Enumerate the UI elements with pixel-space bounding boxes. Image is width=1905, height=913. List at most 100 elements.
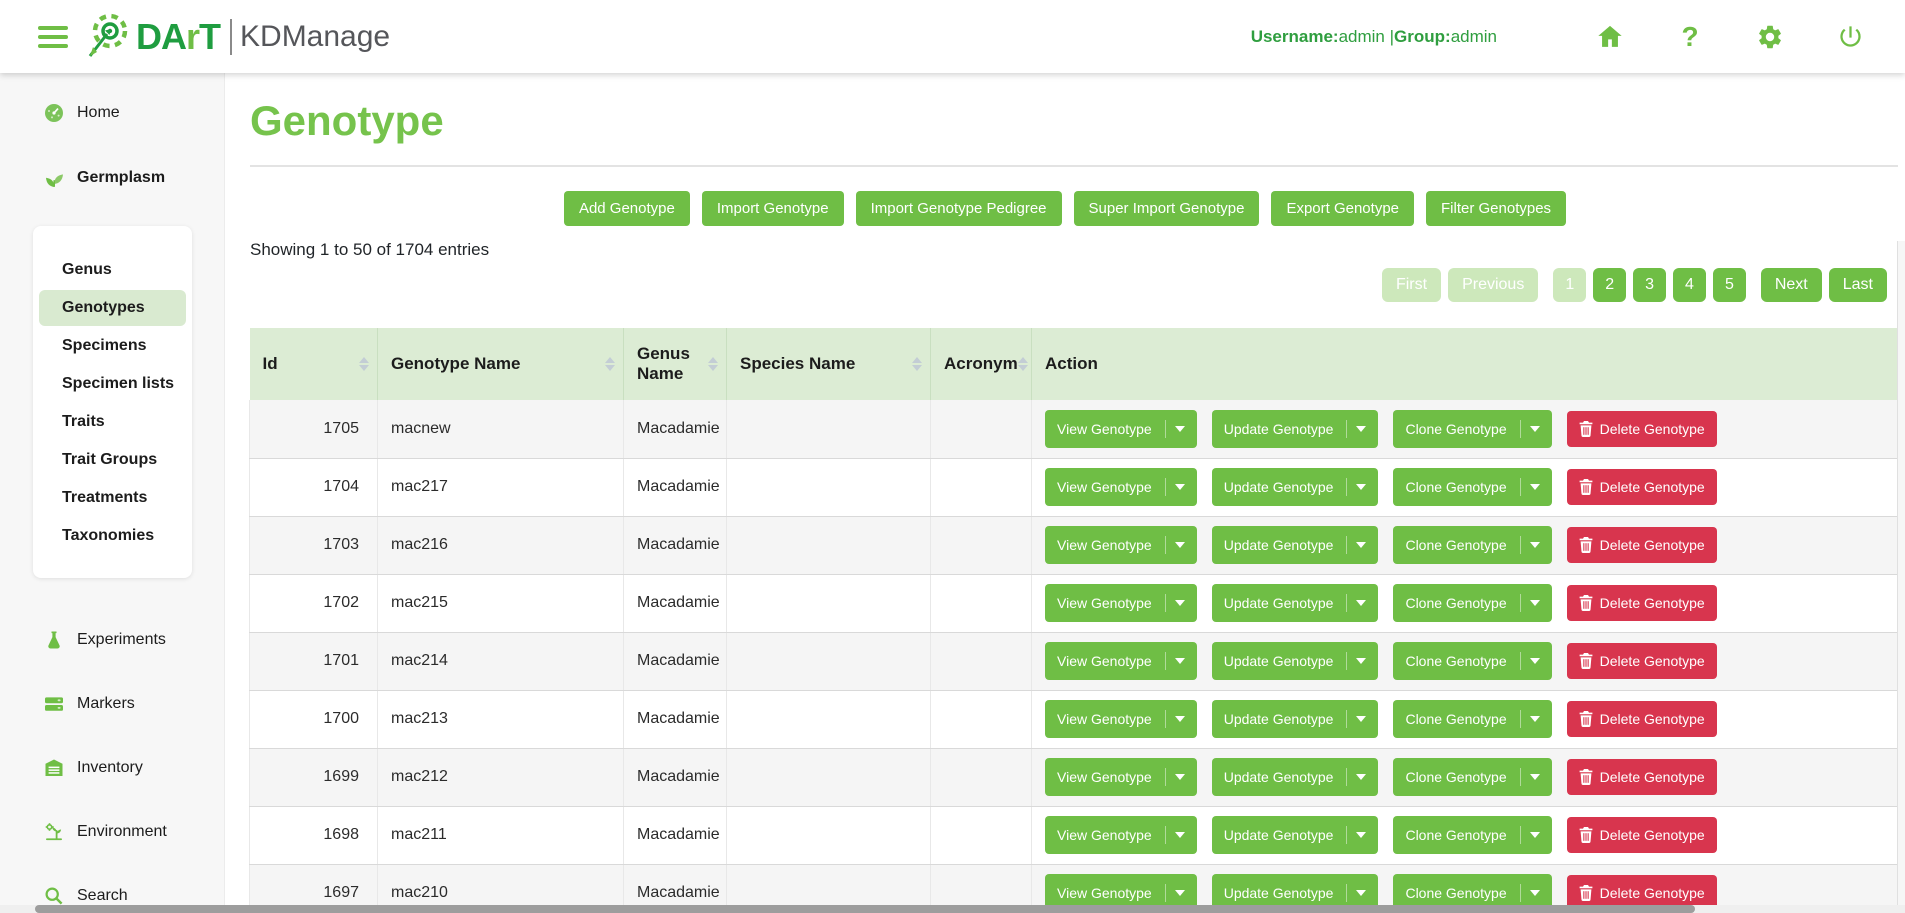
add-genotype-button[interactable]: Add Genotype [564,191,690,226]
horizontal-scrollbar[interactable] [0,905,1905,913]
clone-genotype-button[interactable]: Clone Genotype [1393,584,1551,622]
submenu-item-genotypes[interactable]: Genotypes [39,290,186,326]
update-genotype-button[interactable]: Update Genotype [1212,700,1379,738]
submenu-item-trait-groups[interactable]: Trait Groups [39,442,186,478]
cell-id: 1703 [250,516,378,574]
help-icon[interactable]: ? [1675,22,1705,52]
export-genotype-button[interactable]: Export Genotype [1271,191,1414,226]
pagination-next-button[interactable]: Next [1761,268,1822,302]
vertical-scrollbar[interactable] [1897,241,1905,913]
update-genotype-button[interactable]: Update Genotype [1212,642,1379,680]
search-icon [44,886,64,906]
view-genotype-button[interactable]: View Genotype [1045,526,1197,564]
clone-genotype-button[interactable]: Clone Genotype [1393,816,1551,854]
sidebar-label: Markers [77,695,135,713]
clone-genotype-button[interactable]: Clone Genotype [1393,468,1551,506]
column-header-genotype-name[interactable]: Genotype Name [378,328,624,400]
settings-gear-icon[interactable] [1755,22,1785,52]
column-header-species-name[interactable]: Species Name [727,328,931,400]
view-genotype-button[interactable]: View Genotype [1045,758,1197,796]
submenu-item-traits[interactable]: Traits [39,404,186,440]
genotype-table: Id Genotype Name Genus Name Species Name… [249,328,1897,913]
cell-genus-name: Macadamie [624,748,727,806]
update-genotype-button[interactable]: Update Genotype [1212,526,1379,564]
clone-genotype-button[interactable]: Clone Genotype [1393,758,1551,796]
clone-genotype-button[interactable]: Clone Genotype [1393,700,1551,738]
cell-id: 1702 [250,574,378,632]
home-icon[interactable] [1595,22,1625,52]
clone-genotype-button[interactable]: Clone Genotype [1393,642,1551,680]
pagination-page-3[interactable]: 3 [1633,268,1666,302]
chevron-down-icon [1530,890,1540,896]
update-genotype-button[interactable]: Update Genotype [1212,410,1379,448]
sidebar-item-inventory[interactable]: Inventory [0,758,224,778]
table-row: 1698 mac211 Macadamie View Genotype Upda… [250,806,1898,864]
cell-genus-name: Macadamie [624,516,727,574]
delete-genotype-button[interactable]: Delete Genotype [1567,411,1717,447]
submenu-item-specimens[interactable]: Specimens [39,328,186,364]
sidebar-item-home[interactable]: Home [0,103,224,123]
chevron-down-icon [1175,426,1185,432]
chevron-down-icon [1175,890,1185,896]
view-genotype-button[interactable]: View Genotype [1045,642,1197,680]
filter-genotypes-button[interactable]: Filter Genotypes [1426,191,1566,226]
view-genotype-button[interactable]: View Genotype [1045,584,1197,622]
user-info: Username:admin |Group:admin [1251,27,1497,47]
pagination-last-button[interactable]: Last [1829,268,1887,302]
view-genotype-button[interactable]: View Genotype [1045,468,1197,506]
power-icon[interactable] [1835,22,1865,52]
sidebar-item-germplasm[interactable]: Germplasm [0,168,224,188]
chevron-down-icon [1175,484,1185,490]
menu-icon[interactable] [38,21,68,53]
super-import-genotype-button[interactable]: Super Import Genotype [1074,191,1260,226]
pagination-page-1[interactable]: 1 [1553,268,1586,302]
column-header-genus-name[interactable]: Genus Name [624,328,727,400]
clone-genotype-button[interactable]: Clone Genotype [1393,410,1551,448]
chevron-down-icon [1175,542,1185,548]
submenu-item-genus[interactable]: Genus [39,252,186,288]
seedling-icon [44,168,64,188]
delete-genotype-button[interactable]: Delete Genotype [1567,469,1717,505]
delete-genotype-button[interactable]: Delete Genotype [1567,585,1717,621]
submenu-item-specimen-lists[interactable]: Specimen lists [39,366,186,402]
update-genotype-button[interactable]: Update Genotype [1212,758,1379,796]
pagination-first-button[interactable]: First [1382,268,1441,302]
view-genotype-button[interactable]: View Genotype [1045,410,1197,448]
delete-genotype-button[interactable]: Delete Genotype [1567,643,1717,679]
pagination-page-5[interactable]: 5 [1713,268,1746,302]
cell-acronym [931,632,1032,690]
cell-actions: View Genotype Update Genotype Clone Geno… [1032,690,1898,748]
sidebar-label: Home [77,104,120,122]
update-genotype-button[interactable]: Update Genotype [1212,468,1379,506]
update-genotype-button[interactable]: Update Genotype [1212,816,1379,854]
column-header-id[interactable]: Id [250,328,378,400]
pagination-previous-button[interactable]: Previous [1448,268,1538,302]
pagination-page-2[interactable]: 2 [1593,268,1626,302]
trash-icon [1579,479,1593,495]
chevron-down-icon [1530,716,1540,722]
table-header-row: Id Genotype Name Genus Name Species Name… [250,328,1898,400]
import-genotype-button[interactable]: Import Genotype [702,191,844,226]
horizontal-scrollbar-thumb[interactable] [35,905,1695,913]
delete-genotype-button[interactable]: Delete Genotype [1567,701,1717,737]
submenu-item-treatments[interactable]: Treatments [39,480,186,516]
delete-genotype-button[interactable]: Delete Genotype [1567,817,1717,853]
brand-logo[interactable]: DArT KDManage [86,10,390,63]
sidebar-item-environment[interactable]: Environment [0,822,224,842]
import-genotype-pedigree-button[interactable]: Import Genotype Pedigree [856,191,1062,226]
sidebar-item-markers[interactable]: Markers [0,694,224,714]
delete-genotype-button[interactable]: Delete Genotype [1567,527,1717,563]
submenu-item-taxonomies[interactable]: Taxonomies [39,518,186,554]
delete-genotype-button[interactable]: Delete Genotype [1567,759,1717,795]
sidebar-item-experiments[interactable]: Experiments [0,630,224,650]
chevron-down-icon [1175,716,1185,722]
clone-genotype-button[interactable]: Clone Genotype [1393,526,1551,564]
view-genotype-button[interactable]: View Genotype [1045,700,1197,738]
cell-id: 1698 [250,806,378,864]
column-header-acronym[interactable]: Acronym [931,328,1032,400]
update-genotype-button[interactable]: Update Genotype [1212,584,1379,622]
pagination-page-4[interactable]: 4 [1673,268,1706,302]
chevron-down-icon [1356,716,1366,722]
view-genotype-button[interactable]: View Genotype [1045,816,1197,854]
sidebar-item-search[interactable]: Search [0,886,224,906]
